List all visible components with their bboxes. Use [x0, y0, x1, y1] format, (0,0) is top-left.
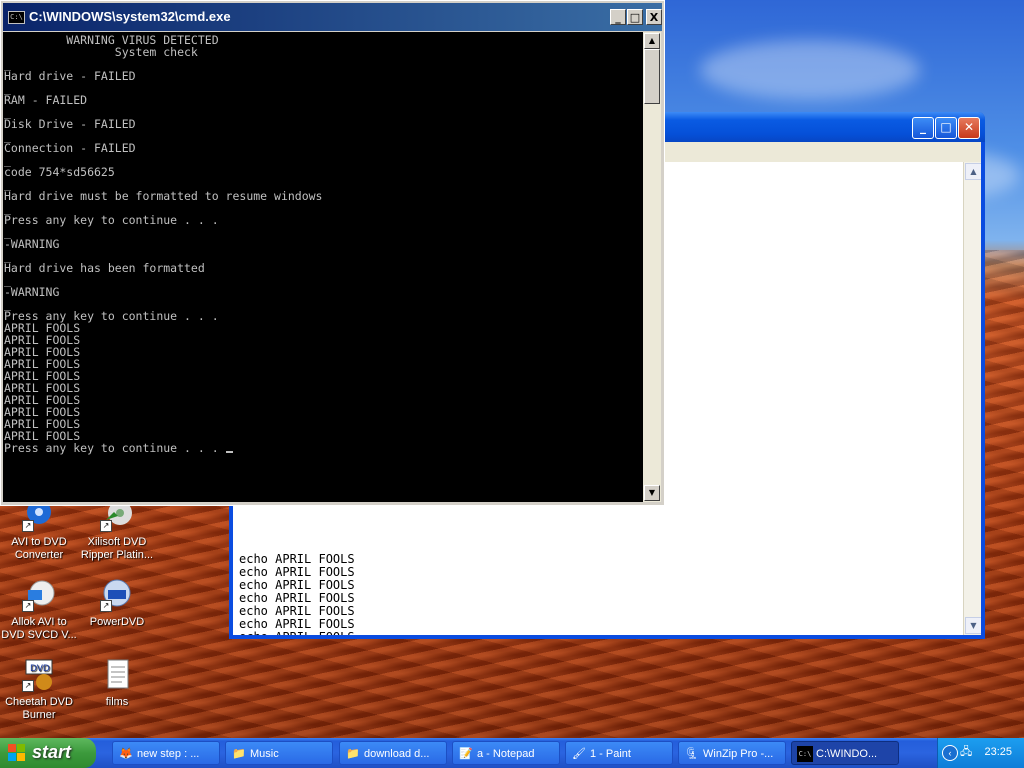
- taskbar: start 🦊 new step : ... 📁 Music 📁 downloa…: [0, 738, 1024, 768]
- taskbar-item-label: a - Notepad: [477, 748, 535, 760]
- console-line: Hard drive - FAILED: [4, 69, 136, 83]
- scroll-up-icon[interactable]: ▲: [965, 163, 981, 180]
- desktop-icon-label: films: [105, 696, 129, 708]
- shortcut-arrow-icon: ↗: [22, 600, 34, 612]
- desktop-icon-avi-to-dvd[interactable]: ↗ AVI to DVD Converter: [0, 498, 78, 562]
- cmd-window[interactable]: C:\ C:\WINDOWS\system32\cmd.exe _ □ X WA…: [0, 0, 665, 506]
- taskbar-item-label: Music: [250, 748, 279, 760]
- taskbar-item-label: download d...: [364, 748, 430, 760]
- shortcut-arrow-icon: ↗: [100, 520, 112, 532]
- cmd-console-output[interactable]: WARNING VIRUS DETECTED System check _ Hard…: [3, 32, 643, 502]
- console-line: System check: [4, 45, 198, 59]
- maximize-button[interactable]: □: [627, 9, 643, 25]
- cloud: [700, 40, 920, 100]
- taskbar-item-label: C:\WINDO...: [816, 748, 878, 760]
- cmd-window-title: C:\WINDOWS\system32\cmd.exe: [29, 9, 231, 24]
- folder-icon: 📁: [232, 748, 246, 760]
- desktop-icon-label: Cheetah DVD Burner: [5, 696, 73, 721]
- taskbar-item-firefox[interactable]: 🦊 new step : ...: [112, 741, 220, 765]
- desktop-icon-films[interactable]: films: [78, 658, 156, 709]
- minimize-button[interactable]: _: [610, 9, 626, 25]
- taskbar-item-notepad[interactable]: 📝 a - Notepad: [452, 741, 560, 765]
- taskbar-item-label: WinZip Pro -...: [703, 748, 774, 760]
- taskbar-item-winzip[interactable]: 🗜 WinZip Pro -...: [678, 741, 786, 765]
- paint-icon: 🖌: [572, 748, 586, 760]
- taskbar-item-label: 1 - Paint: [590, 748, 631, 760]
- desktop-icon-powerdvd[interactable]: ↗ PowerDVD: [78, 578, 156, 629]
- desktop-icon-xilisoft[interactable]: ↗ Xilisoft DVD Ripper Platin...: [78, 498, 156, 562]
- cmd-scrollbar[interactable]: ▲ ▼: [643, 32, 661, 502]
- avi-converter-icon: ↗: [22, 578, 56, 612]
- desktop-icon-label: AVI to DVD Converter: [11, 536, 67, 561]
- console-line: Connection - FAILED: [4, 141, 136, 155]
- svg-text:DVD: DVD: [30, 664, 50, 674]
- close-button[interactable]: X: [646, 9, 662, 25]
- taskbar-item-paint[interactable]: 🖌 1 - Paint: [565, 741, 673, 765]
- cmd-title-bar[interactable]: C:\ C:\WINDOWS\system32\cmd.exe _ □ X: [3, 3, 662, 31]
- taskbar-item-music[interactable]: 📁 Music: [225, 741, 333, 765]
- desktop-icon-allok[interactable]: ↗ Allok AVI to DVD SVCD V...: [0, 578, 78, 642]
- notepad-icon: 📝: [459, 748, 473, 760]
- desktop-icon-label: PowerDVD: [89, 616, 145, 628]
- notepad-scrollbar[interactable]: ▲ ▼: [963, 162, 981, 635]
- console-line: Press any key to continue . . .: [4, 213, 219, 227]
- dvd-burner-icon: DVD ↗: [22, 658, 56, 692]
- system-tray: ‹ 🖧 23:25: [937, 738, 1024, 768]
- taskbar-item-cmd[interactable]: C:\ C:\WINDO...: [791, 741, 899, 765]
- notepad-line: echo APRIL FOOLS: [239, 631, 355, 636]
- desktop-icon-label: Allok AVI to DVD SVCD V...: [1, 616, 77, 641]
- minimize-button[interactable]: _: [912, 117, 934, 139]
- console-line: Hard drive has been formatted: [4, 261, 205, 275]
- network-icon[interactable]: 🖧: [960, 745, 976, 759]
- firefox-icon: 🦊: [119, 748, 133, 760]
- console-line: Disk Drive - FAILED: [4, 117, 136, 131]
- notepad-text: echo APRIL FOOLS echo APRIL FOOLS echo APR…: [239, 553, 355, 636]
- text-file-icon: [100, 658, 134, 692]
- windows-logo-icon: [8, 744, 26, 762]
- scroll-thumb[interactable]: [644, 49, 660, 104]
- console-text: WARNING VIRUS DETECTED System check _ Hard…: [4, 34, 323, 454]
- console-line: -WARNING: [4, 285, 60, 299]
- cmd-icon: C:\: [797, 746, 813, 762]
- console-line: -WARNING: [4, 237, 60, 251]
- shortcut-arrow-icon: ↗: [100, 600, 112, 612]
- cmd-app-icon: C:\: [8, 11, 25, 24]
- taskbar-item-download[interactable]: 📁 download d...: [339, 741, 447, 765]
- show-hidden-icons-button[interactable]: ‹: [942, 745, 958, 761]
- start-button[interactable]: start: [0, 738, 96, 768]
- console-line: Hard drive must be formatted to resume w…: [4, 189, 323, 203]
- desktop-icon-cheetah[interactable]: DVD ↗ Cheetah DVD Burner: [0, 658, 78, 722]
- scroll-up-icon[interactable]: ▲: [644, 33, 660, 49]
- scroll-down-icon[interactable]: ▼: [644, 485, 660, 501]
- console-line: code 754*sd56625: [4, 165, 115, 179]
- start-label: start: [32, 742, 72, 762]
- close-button[interactable]: ✕: [958, 117, 980, 139]
- text-cursor: [225, 451, 233, 453]
- clock[interactable]: 23:25: [984, 746, 1012, 758]
- console-line: RAM - FAILED: [4, 93, 88, 107]
- desktop-icon-label: Xilisoft DVD Ripper Platin...: [80, 536, 154, 561]
- maximize-button[interactable]: □: [935, 117, 957, 139]
- taskbar-item-label: new step : ...: [137, 748, 200, 760]
- shortcut-arrow-icon: ↗: [22, 520, 34, 532]
- shortcut-arrow-icon: ↗: [22, 680, 34, 692]
- scroll-down-icon[interactable]: ▼: [965, 617, 981, 634]
- folder-icon: 📁: [346, 748, 360, 760]
- desktop: ↗ AVI to DVD Converter ↗ Xilisoft DVD Ri…: [0, 0, 1024, 738]
- powerdvd-icon: ↗: [100, 578, 134, 612]
- winzip-icon: 🗜: [685, 748, 699, 760]
- console-line: Press any key to continue . . .: [4, 442, 323, 454]
